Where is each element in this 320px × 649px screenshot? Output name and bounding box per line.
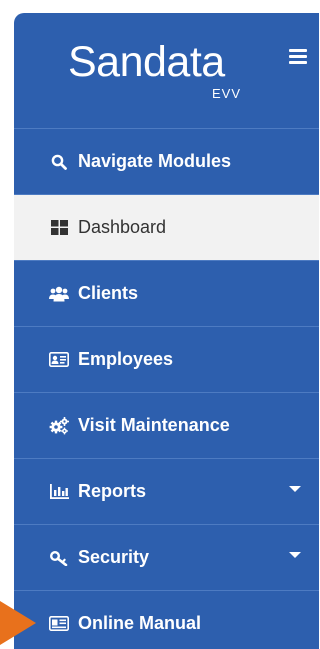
pointer-arrow-icon <box>0 601 36 645</box>
sidebar: Sandata EVV Navigate Modules Dashboard C… <box>14 13 319 649</box>
sidebar-item-online-manual[interactable]: Online Manual <box>14 591 319 649</box>
sidebar-item-label: Employees <box>78 349 174 369</box>
sidebar-item-label: Clients <box>78 283 139 303</box>
sidebar-item-label: Navigate Modules <box>78 151 232 171</box>
cogs-icon <box>48 416 70 436</box>
users-icon <box>48 284 70 304</box>
sidebar-item-dashboard[interactable]: Dashboard <box>14 195 319 261</box>
sidebar-item-label: Online Manual <box>78 613 202 633</box>
app-window: Sandata EVV Navigate Modules Dashboard C… <box>0 0 319 649</box>
sidebar-item-clients[interactable]: Clients <box>14 261 319 327</box>
sidebar-item-employees[interactable]: Employees <box>14 327 319 393</box>
search-icon <box>48 152 70 172</box>
sidebar-item-label: Dashboard <box>78 217 167 237</box>
sidebar-item-navigate-modules[interactable]: Navigate Modules <box>14 129 319 195</box>
sidebar-item-visit-maintenance[interactable]: Visit Maintenance <box>14 393 319 459</box>
sidebar-item-reports[interactable]: Reports <box>14 459 319 525</box>
manual-icon <box>48 614 70 634</box>
sidebar-item-label: Reports <box>78 481 147 501</box>
dashboard-icon <box>48 218 70 238</box>
id-card-icon <box>48 350 70 370</box>
sidebar-item-label: Visit Maintenance <box>78 415 230 435</box>
key-icon <box>48 548 70 568</box>
chevron-down-icon[interactable] <box>289 486 301 492</box>
sidebar-item-label: Security <box>78 547 150 567</box>
sandata-logo[interactable]: Sandata EVV <box>68 37 243 107</box>
bar-chart-icon <box>48 482 70 502</box>
hamburger-menu-icon[interactable] <box>289 48 307 64</box>
logo-subtitle: EVV <box>211 86 241 101</box>
sidebar-item-security[interactable]: Security <box>14 525 319 591</box>
sidebar-header: Sandata EVV <box>14 13 319 129</box>
logo-text: Sandata <box>68 38 225 86</box>
chevron-down-icon[interactable] <box>289 552 301 558</box>
